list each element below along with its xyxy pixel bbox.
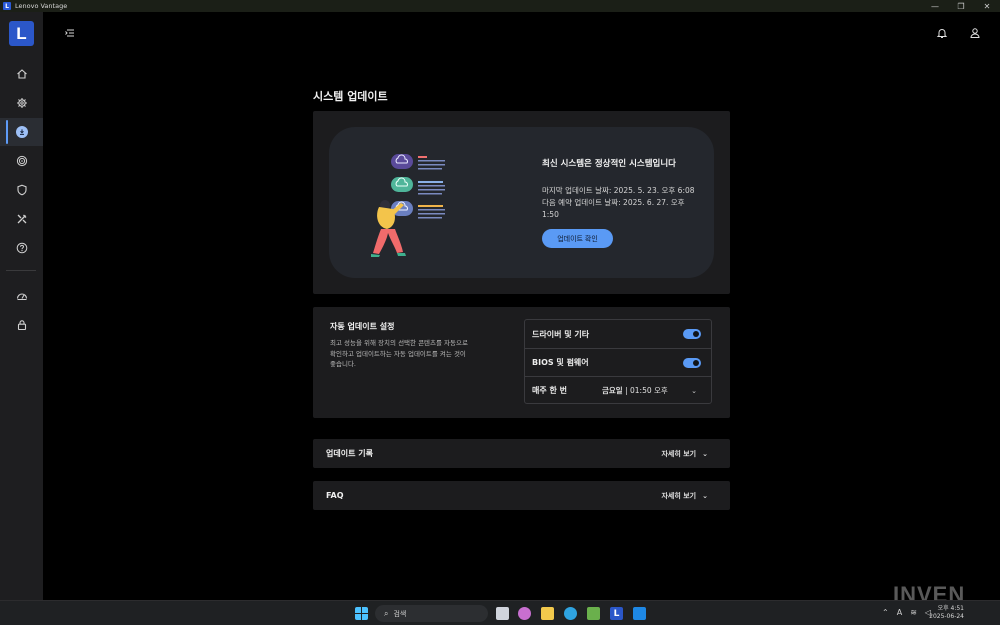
nav-system-update[interactable] [0,118,43,146]
faq-label: FAQ [326,491,344,500]
nav-dashboard[interactable] [0,282,43,310]
update-history-label: 업데이트 기록 [326,449,373,458]
windows-start-icon[interactable] [355,607,368,620]
sidebar: L [0,12,43,600]
gear-icon [16,98,27,108]
nav-tools[interactable] [0,205,43,233]
option-drivers-label: 드라이버 및 기타 [532,329,590,339]
chevron-down-icon: ⌄ [702,491,708,500]
system-tray: ⌃ A ≋ ◁ [882,608,931,617]
lenovo-logo[interactable]: L [9,21,34,46]
maximize-button[interactable]: ❐ [948,0,974,12]
more-label: 자세히 보기 [661,491,697,500]
chevron-down-icon[interactable]: ⌄ [691,387,697,395]
minimize-button[interactable]: — [922,0,948,12]
nav-security[interactable] [0,176,43,204]
schedule-label: 매주 한 번 [532,386,568,395]
schedule-day: 금요일 [602,386,623,395]
home-icon [16,69,27,79]
taskbar: ⌕ 검색 L ⌃ A ≋ ◁ 오후 4:51 2025-06-24 [0,600,1000,625]
faq-section[interactable]: FAQ 자세히 보기 ⌄ [313,481,730,510]
edge-icon[interactable] [564,607,577,620]
close-button[interactable]: ✕ [974,0,1000,12]
menu-collapse-icon[interactable] [64,27,76,39]
status-panel: 최신 시스템은 정상적인 시스템입니다 마지막 업데이트 날짜: 2025. 5… [329,127,714,278]
schedule-value[interactable]: 금요일 | 01:50 오후 [602,385,668,396]
app-icon: L [3,2,11,10]
keyboard-icon[interactable]: A [897,608,902,617]
bios-toggle[interactable] [683,358,701,368]
search-placeholder: 검색 [393,609,407,618]
copilot-icon[interactable] [518,607,531,620]
check-updates-button[interactable]: 업데이트 확인 [542,229,613,248]
schedule-time: 01:50 오후 [630,386,668,395]
nav-home[interactable] [0,60,43,88]
faq-more[interactable]: 자세히 보기 ⌄ [661,491,708,501]
shield-icon [16,184,27,196]
option-bios-label: BIOS 및 펌웨어 [532,358,589,367]
more-label: 자세히 보기 [661,449,697,458]
search-icon: ⌕ [384,608,389,618]
download-icon [15,126,28,138]
auto-update-title: 자동 업데이트 설정 [330,322,395,331]
auto-update-description: 최고 성능을 위해 장치의 선택한 콘텐츠를 자동으로 확인하고 업데이트하는 … [330,339,468,368]
status-heading: 최신 시스템은 정상적인 시스템입니다 [542,159,676,169]
nav-lock[interactable] [0,311,43,339]
nav-performance[interactable] [0,147,43,175]
help-icon [16,242,27,254]
wifi-icon[interactable]: ≋ [910,608,917,617]
title-bar: L Lenovo Vantage — ❐ ✕ [0,0,1000,12]
tools-icon [17,214,26,224]
lenovo-vantage-taskbar-icon[interactable]: L [610,607,623,620]
page-title: 시스템 업데이트 [313,90,388,103]
speedometer-icon [16,293,27,300]
option-drivers: 드라이버 및 기타 [525,320,711,348]
outlook-icon[interactable] [633,607,646,620]
clock-time: 오후 4:51 [937,605,964,612]
taskbar-search[interactable]: ⌕ 검색 [375,605,488,622]
next-update-time: 1:50 [542,210,559,219]
sidebar-divider [6,270,36,271]
bell-icon[interactable] [936,27,948,39]
clock-date: 2025-06-24 [929,613,964,620]
update-history-section[interactable]: 업데이트 기록 자세히 보기 ⌄ [313,439,730,468]
chevron-up-icon[interactable]: ⌃ [882,608,889,617]
update-history-more[interactable]: 자세히 보기 ⌄ [661,449,708,459]
last-update-text: 마지막 업데이트 날짜: 2025. 5. 23. 오후 6:08 [542,186,695,195]
nav-help[interactable] [0,234,43,262]
next-update-text: 다음 예약 업데이트 날짜: 2025. 6. 27. 오후 [542,198,685,207]
schedule-row[interactable]: 매주 한 번 금요일 | 01:50 오후 ⌄ [525,376,711,404]
update-illustration [371,154,445,257]
auto-update-card: 자동 업데이트 설정 최고 성능을 위해 장치의 선택한 콘텐츠를 자동으로 확… [313,307,730,418]
account-icon[interactable] [969,27,981,39]
clock[interactable]: 오후 4:51 2025-06-24 [929,605,964,621]
lock-icon [17,320,26,331]
auto-update-options: 드라이버 및 기타 BIOS 및 펌웨어 매주 한 번 금요일 | 01:50 … [524,319,712,404]
task-view-icon[interactable] [496,607,509,620]
drivers-toggle[interactable] [683,329,701,339]
update-status-card: 최신 시스템은 정상적인 시스템입니다 마지막 업데이트 날짜: 2025. 5… [313,111,730,294]
window-title: Lenovo Vantage [15,2,68,10]
store-icon[interactable] [587,607,600,620]
option-bios: BIOS 및 펌웨어 [525,348,711,376]
file-explorer-icon[interactable] [541,607,554,620]
target-icon [16,155,27,167]
nav-settings[interactable] [0,89,43,117]
chevron-down-icon: ⌄ [702,449,708,458]
